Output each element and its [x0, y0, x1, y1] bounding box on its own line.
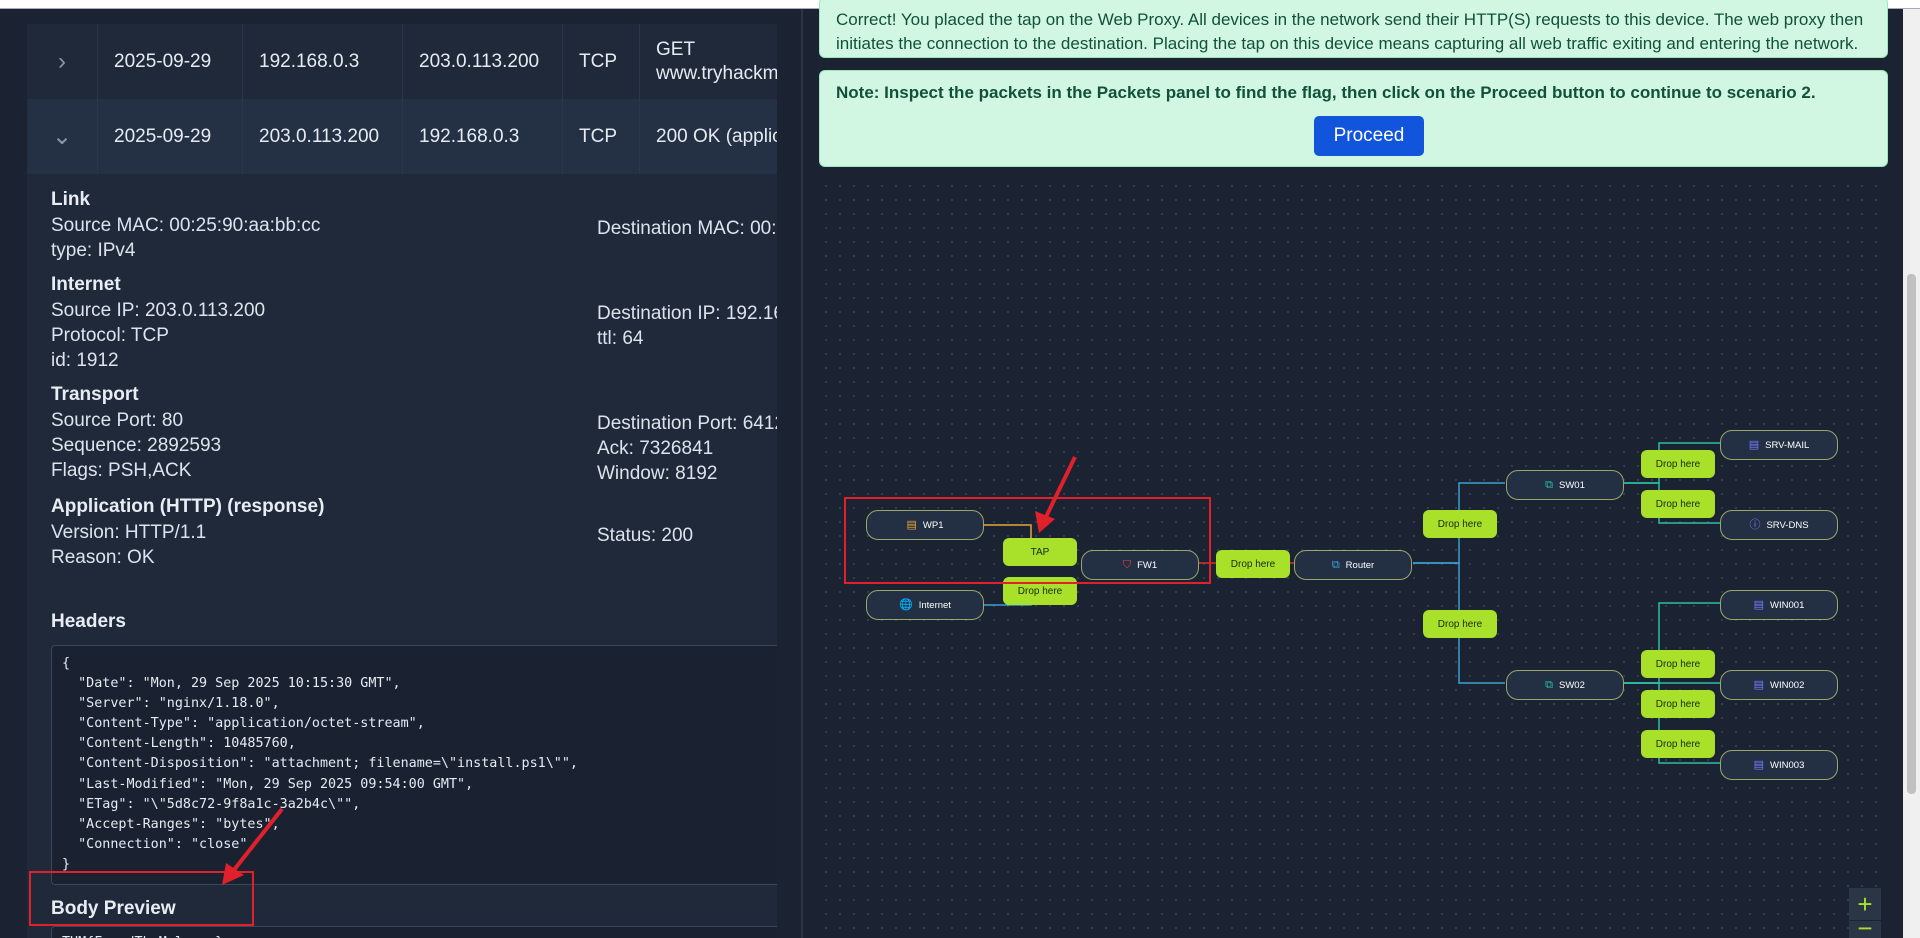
scenario-panel: Correct! You placed the tap on the Web P… [802, 0, 1902, 938]
scrollbar-thumb[interactable] [1907, 274, 1916, 794]
note-text: Note: Inspect the packets in the Packets… [836, 83, 1816, 102]
network-canvas[interactable]: ▤ WP1 🌐 Internet TAP Drop here ⛉ FW1 Dro… [819, 179, 1888, 938]
instruction-note: Note: Inspect the packets in the Packets… [819, 70, 1888, 167]
packets-panel: › 2025-09-29 192.168.0.3 203.0.113.200 T… [0, 9, 790, 938]
success-message: Correct! You placed the tap on the Web P… [819, 0, 1888, 58]
success-text: Correct! You placed the tap on the Web P… [836, 10, 1864, 53]
annotation-arrow [1035, 456, 1077, 533]
screen: › 2025-09-29 192.168.0.3 203.0.113.200 T… [0, 0, 1920, 938]
zoom-out-button[interactable]: − [1849, 915, 1881, 938]
page-scrollbar[interactable] [1903, 9, 1920, 938]
annotation-arrow [222, 807, 284, 885]
proceed-button[interactable]: Proceed [1314, 116, 1424, 156]
